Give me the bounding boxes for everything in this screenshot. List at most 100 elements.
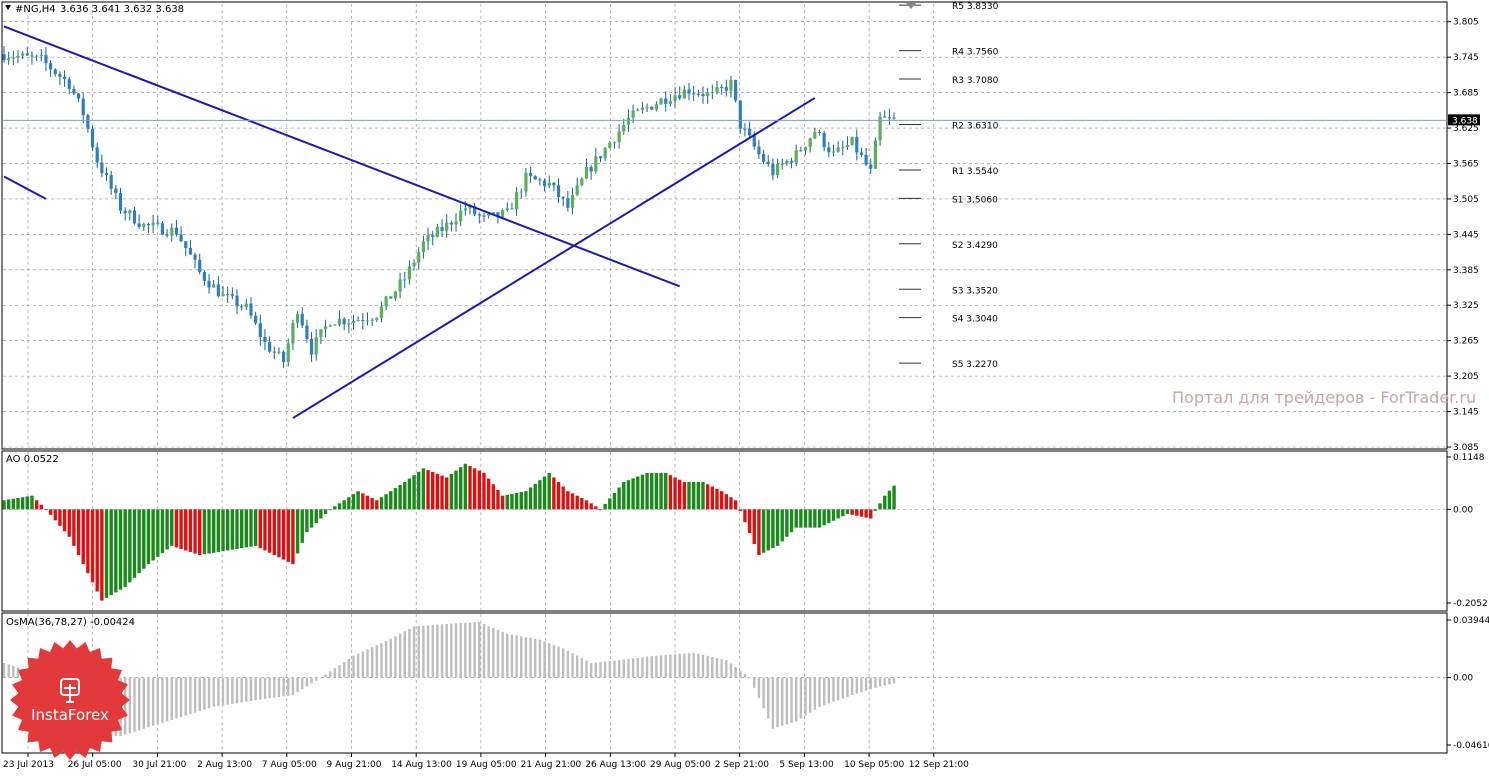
osma-bar bbox=[417, 626, 420, 678]
ao-bar bbox=[365, 495, 370, 510]
candle-body bbox=[146, 223, 151, 226]
osma-bar bbox=[161, 677, 164, 723]
candle-body bbox=[170, 227, 174, 236]
candle-body bbox=[277, 351, 281, 353]
candle-body bbox=[188, 248, 192, 255]
ao-bar bbox=[431, 471, 435, 510]
time-tick-label: 10 Sep 05:00 bbox=[844, 760, 904, 770]
candle-body bbox=[561, 197, 565, 199]
osma-bar bbox=[366, 649, 369, 678]
ao-bar bbox=[351, 494, 356, 510]
time-tick-label: 2 Aug 13:00 bbox=[197, 760, 252, 770]
candle-body bbox=[771, 164, 775, 176]
ao-bar bbox=[519, 492, 523, 510]
ao-bar bbox=[356, 491, 360, 510]
ao-bar bbox=[584, 500, 589, 510]
ao-bar bbox=[188, 509, 193, 552]
pivot-label: R4 3.7560 bbox=[952, 48, 999, 58]
ao-bar bbox=[468, 466, 472, 510]
time-tick-label: 29 Aug 05:00 bbox=[650, 760, 711, 770]
ao-bar bbox=[612, 492, 617, 510]
candle-body bbox=[440, 226, 444, 231]
ao-bar bbox=[104, 509, 109, 598]
price-tick-label: 3.565 bbox=[1453, 159, 1479, 169]
osma-bar bbox=[296, 677, 299, 693]
candle-body bbox=[114, 188, 118, 194]
osma-bar bbox=[725, 660, 728, 678]
osma-bar bbox=[850, 677, 854, 696]
osma-bar bbox=[562, 648, 565, 678]
osma-bar bbox=[734, 667, 737, 678]
ao-bar bbox=[407, 478, 412, 510]
candle-body bbox=[184, 241, 188, 249]
ao-bar bbox=[645, 472, 649, 510]
candle-body bbox=[524, 172, 528, 192]
ao-bar bbox=[435, 473, 440, 510]
candle-body bbox=[398, 279, 402, 292]
pivot-label: S3 3.3520 bbox=[952, 286, 998, 296]
ao-bar bbox=[813, 509, 817, 528]
ao-bar bbox=[323, 509, 328, 514]
ao-bar bbox=[295, 509, 300, 554]
candle-body bbox=[817, 132, 822, 134]
ao-bar bbox=[626, 480, 631, 510]
candle-body bbox=[869, 164, 873, 169]
ao-bar bbox=[16, 497, 20, 510]
logo-text: InstaForex bbox=[31, 706, 109, 724]
osma-bar bbox=[324, 674, 327, 678]
ao-bar bbox=[221, 509, 225, 552]
osma-bar bbox=[398, 633, 402, 678]
osma-bar bbox=[548, 643, 551, 678]
candle-body bbox=[123, 210, 127, 214]
ao-bar bbox=[836, 509, 840, 519]
candle-body bbox=[109, 175, 113, 189]
osma-bar bbox=[711, 656, 714, 678]
osma-bar bbox=[767, 677, 770, 719]
osma-tick-label: 0.00 bbox=[1453, 674, 1473, 684]
osma-bar bbox=[487, 625, 490, 678]
candle-body bbox=[67, 79, 71, 89]
osma-bar bbox=[846, 677, 849, 697]
osma-bar bbox=[575, 655, 579, 678]
ao-bar bbox=[561, 486, 565, 510]
ao-bar bbox=[300, 509, 304, 543]
osma-title: OsMA(36,78,27) -0.00424 bbox=[6, 617, 135, 628]
osma-bar bbox=[520, 636, 523, 678]
candle-body bbox=[379, 306, 384, 318]
ao-bar bbox=[743, 509, 747, 523]
candle-body bbox=[696, 93, 700, 95]
ao-bar bbox=[412, 475, 416, 510]
candle-body bbox=[552, 182, 556, 186]
ao-bar bbox=[752, 509, 756, 545]
osma-bar bbox=[771, 677, 775, 729]
candle-body bbox=[738, 100, 742, 129]
candle-body bbox=[263, 336, 267, 343]
osma-bar bbox=[496, 629, 500, 678]
osma-bar bbox=[645, 656, 649, 678]
osma-bar bbox=[450, 623, 453, 678]
osma-bar bbox=[697, 653, 700, 678]
ao-bar bbox=[118, 509, 123, 590]
osma-bar bbox=[370, 647, 374, 678]
candle-body bbox=[729, 80, 733, 91]
candle-body bbox=[300, 313, 304, 326]
ao-bar bbox=[375, 500, 379, 510]
pivot-label: R3 3.7080 bbox=[952, 76, 999, 86]
candle-body bbox=[892, 117, 896, 119]
ao-bar bbox=[678, 479, 682, 510]
ao-bar bbox=[44, 509, 48, 511]
candle-body bbox=[803, 146, 808, 151]
candle-body bbox=[319, 329, 323, 338]
candle-body bbox=[132, 210, 137, 224]
time-tick-label: 2 Sep 21:00 bbox=[715, 760, 770, 770]
price-tick-label: 3.085 bbox=[1453, 443, 1479, 453]
candle-body bbox=[808, 138, 812, 147]
candle-body bbox=[505, 208, 509, 211]
osma-bar bbox=[715, 657, 719, 678]
candle-body bbox=[501, 210, 505, 218]
ao-bar bbox=[556, 482, 561, 510]
ao-bar bbox=[552, 477, 556, 510]
osma-bar bbox=[669, 654, 672, 678]
ao-bar bbox=[719, 491, 724, 510]
ao-bar bbox=[6, 499, 11, 510]
